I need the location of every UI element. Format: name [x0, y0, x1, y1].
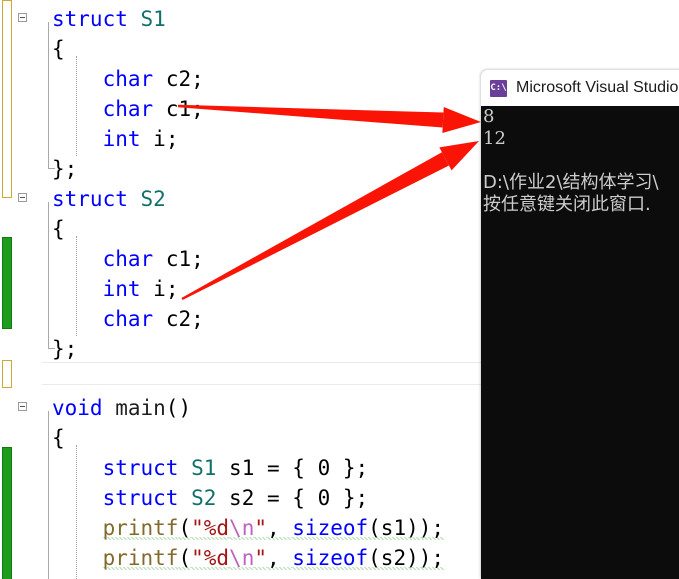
- console-output-line: D:\作业2\结构体学习\: [483, 172, 659, 193]
- code-token-str: ": [254, 516, 267, 541]
- code-line[interactable]: void main(): [52, 393, 191, 423]
- console-output-line: 8: [483, 106, 495, 127]
- code-line[interactable]: {: [52, 214, 65, 244]
- code-token-kw: struct: [102, 456, 192, 480]
- code-token-plain: (s2));: [368, 546, 445, 571]
- code-token-plain: 0: [317, 486, 331, 510]
- code-token-fn: printf: [102, 516, 179, 541]
- fold-region-line: [48, 202, 49, 348]
- code-token-plain: (s1));: [368, 516, 445, 541]
- code-token-plain: 0: [317, 456, 331, 480]
- code-token-plain: {: [52, 217, 65, 241]
- code-token-kw: struct: [52, 187, 141, 211]
- code-line[interactable]: printf("%d\n", sizeof(s2));: [102, 543, 445, 573]
- code-token-plain: };: [52, 157, 78, 181]
- fold-region-line: [48, 411, 49, 579]
- console-title: Microsoft Visual Studio: [516, 79, 679, 96]
- console-window-icon: C:\: [490, 79, 507, 97]
- code-token-plain: i;: [140, 127, 179, 151]
- code-line[interactable]: struct S2 s2 = { 0 };: [103, 483, 369, 513]
- change-indicator-unsaved: [2, 447, 12, 579]
- console-icon-glyph: C:\: [490, 82, 507, 93]
- code-token-plain: };: [330, 456, 369, 480]
- code-line[interactable]: };: [52, 154, 77, 184]
- code-token-str: "%d: [191, 546, 230, 571]
- code-token-plain: ,: [267, 546, 293, 571]
- code-token-fn: printf: [102, 546, 179, 571]
- fold-region-foot: [48, 168, 55, 169]
- code-token-plain: };: [330, 486, 369, 510]
- fold-region-line: [48, 22, 49, 168]
- fold-toggle-icon[interactable]: [18, 13, 27, 22]
- code-line[interactable]: {: [52, 34, 65, 64]
- console-output-line: 按任意键关闭此窗口.: [483, 194, 651, 215]
- code-token-var: main: [115, 396, 166, 420]
- code-token-kw: char: [102, 97, 154, 121]
- code-line[interactable]: struct S1: [52, 4, 166, 34]
- code-token-plain: i;: [140, 277, 179, 301]
- code-token-esc: \n: [229, 546, 255, 571]
- code-token-type-id: S2: [191, 486, 217, 510]
- code-token-kw: char: [102, 307, 154, 331]
- fold-region-foot: [48, 348, 55, 349]
- code-line[interactable]: char c2;: [103, 304, 204, 334]
- console-window[interactable]: C:\ Microsoft Visual Studio 8 12 D:\作业2\结构…: [481, 70, 679, 579]
- code-token-plain: c2;: [153, 307, 204, 331]
- code-token-plain: s1 = {: [216, 456, 318, 480]
- code-token-plain: {: [52, 37, 65, 61]
- code-line[interactable]: char c2;: [103, 64, 204, 94]
- code-line[interactable]: int i;: [103, 124, 179, 154]
- code-token-kw: sizeof: [292, 546, 369, 571]
- code-line[interactable]: int i;: [103, 274, 179, 304]
- code-line[interactable]: char c1;: [103, 94, 204, 124]
- code-folding-margin[interactable]: [18, 0, 40, 579]
- code-token-plain: c2;: [153, 67, 204, 91]
- code-token-kw: int: [102, 277, 141, 301]
- code-token-kw: struct: [52, 7, 141, 31]
- code-editor-pane[interactable]: struct S1{char c2; char c1; int i;}; struct…: [0, 0, 483, 579]
- code-token-plain: (: [178, 516, 192, 541]
- caret-line-box: [42, 362, 483, 385]
- indent-guide: [76, 445, 77, 579]
- code-token-plain: (): [165, 396, 192, 420]
- code-line[interactable]: char c1;: [103, 244, 204, 274]
- code-token-kw: char: [102, 67, 154, 91]
- code-token-type-id: S1: [140, 7, 166, 31]
- code-line[interactable]: {: [52, 423, 65, 453]
- console-output-area[interactable]: 8 12 D:\作业2\结构体学习\ 按任意键关闭此窗口.: [481, 106, 679, 579]
- code-token-plain: (: [178, 546, 192, 571]
- indent-guide: [76, 236, 77, 336]
- code-token-kw: void: [52, 396, 116, 420]
- screenshot-root: struct S1{char c2; char c1; int i;}; struct…: [0, 0, 679, 579]
- code-token-plain: ,: [267, 516, 293, 541]
- code-line[interactable]: };: [52, 334, 77, 364]
- code-token-kw: int: [102, 127, 141, 151]
- change-indicator-saved: [2, 360, 12, 388]
- code-token-esc: \n: [229, 516, 255, 541]
- code-token-kw: char: [102, 247, 154, 271]
- code-token-str: ": [254, 546, 267, 571]
- code-token-kw: struct: [102, 486, 192, 510]
- change-indicator-saved: [2, 0, 12, 198]
- code-token-type-id: S1: [191, 456, 217, 480]
- fold-toggle-icon[interactable]: [18, 402, 27, 411]
- code-line[interactable]: struct S2: [52, 184, 166, 214]
- change-indicator-unsaved: [2, 237, 12, 329]
- console-titlebar[interactable]: C:\ Microsoft Visual Studio: [481, 70, 679, 106]
- code-token-plain: s2 = {: [216, 486, 318, 510]
- code-line[interactable]: struct S1 s1 = { 0 };: [103, 453, 369, 483]
- code-token-str: "%d: [191, 516, 230, 541]
- code-token-plain: c1;: [153, 97, 204, 121]
- code-token-plain: };: [52, 337, 78, 361]
- code-token-type-id: S2: [140, 187, 166, 211]
- code-token-kw: sizeof: [292, 516, 369, 541]
- fold-toggle-icon[interactable]: [18, 193, 27, 202]
- indent-guide: [76, 56, 77, 156]
- console-output-line: 12: [483, 128, 506, 149]
- code-token-plain: {: [52, 426, 65, 450]
- code-line[interactable]: printf("%d\n", sizeof(s1));: [102, 513, 445, 543]
- code-token-plain: c1;: [153, 247, 204, 271]
